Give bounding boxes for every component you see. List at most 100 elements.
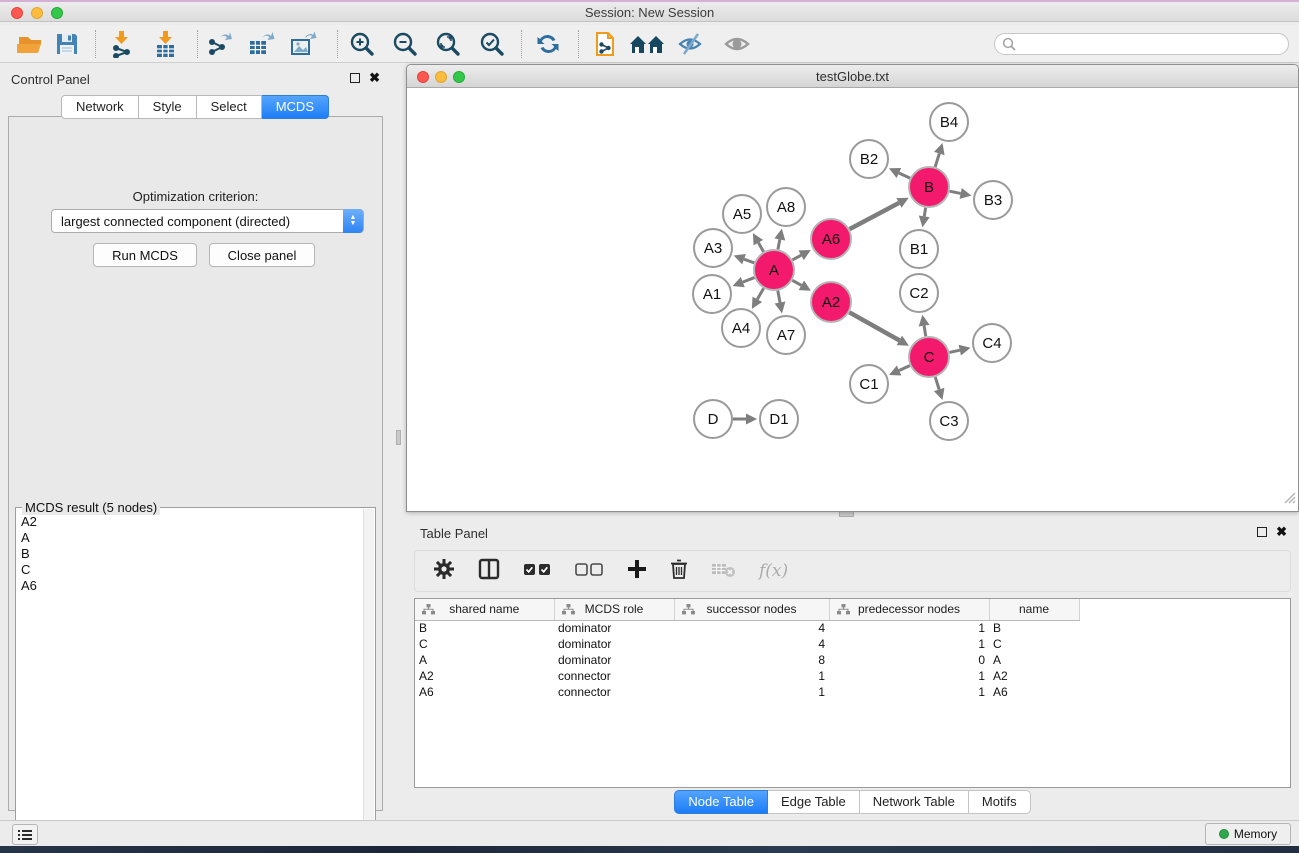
optimization-criterion-label: Optimization criterion: [9, 189, 382, 204]
column-header-shared-name[interactable]: shared name [415, 599, 554, 620]
node-table[interactable]: shared nameMCDS rolesuccessor nodesprede… [414, 598, 1291, 788]
column-header-MCDS-role[interactable]: MCDS role [554, 599, 674, 620]
export-network-icon[interactable] [206, 30, 234, 58]
network-canvas[interactable]: AA1A2A3A4A5A6A7A8BB1B2B3B4CC1C2C3C4DD1 [408, 89, 1297, 511]
export-image-icon[interactable] [289, 30, 317, 58]
run-mcds-button[interactable]: Run MCDS [93, 243, 197, 267]
graph-node-label: B4 [940, 114, 958, 131]
edge-A-A2[interactable] [792, 280, 801, 285]
memory-button[interactable]: Memory [1205, 823, 1291, 845]
delete-column-icon[interactable] [669, 558, 689, 585]
export-table-icon[interactable] [247, 30, 275, 58]
mcds-result-item[interactable]: A6 [18, 578, 361, 594]
attribute-type-icon [837, 604, 850, 615]
close-table-panel-icon[interactable]: ✖ [1276, 527, 1287, 537]
edge-A6-B[interactable] [850, 203, 899, 229]
tab-network[interactable]: Network [61, 95, 139, 119]
edge-B-B3[interactable] [950, 191, 961, 193]
tab-motifs[interactable]: Motifs [969, 790, 1031, 814]
open-session-icon[interactable] [16, 30, 44, 58]
edge-A-A5[interactable] [758, 243, 763, 252]
table-row[interactable]: A6connector11A6 [415, 684, 1079, 700]
edge-A-A1[interactable] [743, 278, 755, 283]
import-table-icon[interactable] [152, 30, 180, 58]
import-network-icon[interactable] [108, 30, 136, 58]
select-all-columns-icon[interactable] [523, 561, 553, 582]
float-table-panel-icon[interactable] [1257, 527, 1267, 537]
tab-edge-table[interactable]: Edge Table [768, 790, 860, 814]
unselect-all-columns-icon[interactable] [575, 561, 605, 582]
graph-node-label: A1 [703, 286, 721, 303]
edge-A-A4[interactable] [757, 288, 763, 299]
edge-A-A7[interactable] [778, 291, 780, 303]
mcds-result-item[interactable]: B [18, 546, 361, 562]
show-all-icon[interactable] [722, 30, 754, 58]
resize-grip-icon[interactable] [1283, 491, 1296, 509]
edge-C-C2[interactable] [924, 326, 926, 337]
create-column-icon[interactable] [627, 559, 647, 584]
new-session-network-icon[interactable] [592, 30, 620, 58]
table-row[interactable]: A2connector11A2 [415, 668, 1079, 684]
search-field[interactable] [994, 33, 1289, 55]
edge-A-A6[interactable] [792, 255, 801, 260]
mcds-result-list[interactable]: A2ABCA6 [18, 514, 361, 845]
status-bar: Memory [0, 820, 1299, 846]
close-panel-icon[interactable]: ✖ [369, 73, 380, 83]
column-header-successor-nodes[interactable]: successor nodes [674, 599, 829, 620]
tab-style[interactable]: Style [139, 95, 197, 119]
edge-B-B1[interactable] [924, 208, 925, 217]
control-panel: Control Panel ✖ Optimization criterion: … [0, 63, 390, 820]
edge-B-B2[interactable] [899, 173, 910, 178]
control-panel-tabs: NetworkStyleSelectMCDS [0, 95, 390, 119]
mcds-result-item[interactable]: A [18, 530, 361, 546]
edge-A2-C[interactable] [849, 312, 899, 340]
edge-C-C4[interactable] [949, 350, 959, 352]
hide-selected-icon[interactable] [676, 30, 708, 58]
edge-B-B4[interactable] [935, 154, 939, 167]
table-row[interactable]: Adominator80A [415, 652, 1079, 668]
table-row[interactable]: Cdominator41C [415, 636, 1079, 652]
mcds-result-item[interactable]: C [18, 562, 361, 578]
show-columns-icon[interactable] [477, 557, 501, 586]
home-icon[interactable] [628, 30, 668, 58]
optimization-criterion-select[interactable]: largest connected component (directed) ▲… [51, 209, 364, 233]
result-scrollbar[interactable] [363, 509, 374, 846]
zoom-fit-icon[interactable] [434, 30, 462, 58]
attribute-type-icon [682, 604, 695, 615]
tab-mcds[interactable]: MCDS [262, 95, 329, 119]
refresh-icon[interactable] [534, 30, 562, 58]
edge-A-A8[interactable] [778, 239, 780, 249]
close-panel-button[interactable]: Close panel [209, 243, 315, 267]
table-toolbar: f(x) [414, 550, 1291, 592]
column-header-name[interactable]: name [989, 599, 1079, 620]
tab-select[interactable]: Select [197, 95, 262, 119]
zoom-selected-icon[interactable] [478, 30, 506, 58]
edge-C-C3[interactable] [935, 377, 939, 389]
table-settings-gear-icon[interactable] [433, 558, 455, 585]
edge-arrowhead [934, 388, 944, 400]
window-title: Session: New Session [0, 5, 1299, 20]
edge-arrowhead [774, 229, 785, 241]
edge-A-A3[interactable] [744, 259, 754, 263]
tab-node-table[interactable]: Node Table [674, 790, 768, 814]
edge-C-C1[interactable] [899, 366, 910, 371]
mcds-result-item[interactable]: A2 [18, 514, 361, 530]
network-window-titlebar[interactable]: testGlobe.txt [407, 65, 1298, 88]
float-panel-icon[interactable] [350, 73, 360, 83]
graph-node-label: B2 [860, 151, 878, 168]
attribute-type-icon [422, 604, 435, 615]
zoom-in-icon[interactable] [348, 30, 376, 58]
network-graph[interactable]: AA1A2A3A4A5A6A7A8BB1B2B3B4CC1C2C3C4DD1 [408, 89, 1297, 511]
column-header-predecessor-nodes[interactable]: predecessor nodes [829, 599, 989, 620]
table-panel: Table Panel ✖ [406, 520, 1299, 818]
search-input[interactable] [1016, 37, 1288, 51]
mcds-result-title: MCDS result (5 nodes) [22, 500, 160, 515]
desktop-background [0, 846, 1299, 853]
edge-arrowhead [959, 345, 971, 356]
tab-network-table[interactable]: Network Table [860, 790, 969, 814]
save-session-icon[interactable] [53, 30, 81, 58]
table-row[interactable]: Bdominator41B [415, 620, 1079, 636]
vertical-splitter-handle[interactable] [396, 430, 401, 445]
zoom-out-icon[interactable] [391, 30, 419, 58]
task-history-button[interactable] [12, 824, 38, 845]
